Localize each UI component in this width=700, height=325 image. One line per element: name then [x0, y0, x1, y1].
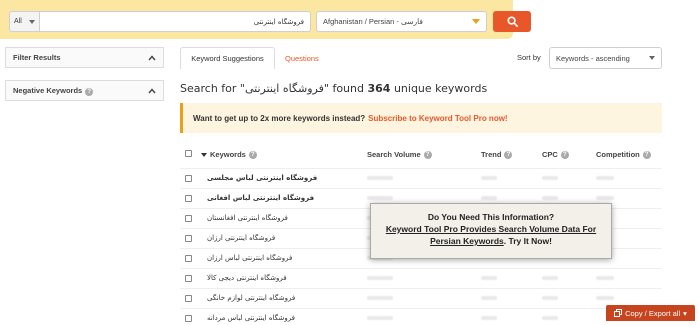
help-icon[interactable]: ?	[85, 87, 94, 96]
filter-results-label: Filter Results	[13, 53, 61, 62]
table-row: فروشگاه اینترنتی لباس مردانه	[180, 308, 662, 325]
blurred-trend	[481, 276, 497, 280]
column-search-volume[interactable]: Search Volume ?	[367, 150, 432, 159]
blurred-competition	[596, 176, 614, 180]
blurred-trend	[481, 316, 497, 320]
row-checkbox[interactable]	[185, 235, 192, 242]
search-button[interactable]	[493, 11, 531, 32]
column-cpc[interactable]: CPC ?	[542, 150, 569, 159]
row-checkbox[interactable]	[185, 275, 192, 282]
sort-dropdown[interactable]: Keywords - ascending	[549, 47, 662, 69]
row-checkbox[interactable]	[185, 255, 192, 262]
blurred-volume	[367, 316, 393, 320]
table-row: فروشگاه اینترنتی لوازم خانگی	[180, 288, 662, 307]
blurred-volume	[367, 296, 393, 300]
promo-text: Want to get up to 2x more keywords inste…	[193, 113, 366, 123]
keyword-cell[interactable]: فروشگاه اینترنتی افغانستان	[207, 214, 288, 222]
column-keywords[interactable]: Keywords ?	[201, 150, 257, 159]
help-icon[interactable]: ?	[248, 150, 257, 159]
help-icon[interactable]: ?	[423, 150, 432, 159]
negative-keywords-label: Negative Keywords	[13, 85, 83, 95]
blurred-trend	[481, 196, 497, 200]
results-prefix: Search for "	[180, 82, 245, 95]
blurred-competition	[596, 276, 614, 280]
select-all-checkbox[interactable]	[185, 150, 192, 157]
language-dropdown[interactable]: Afghanistan / Persian - فارسی	[316, 11, 487, 32]
column-keywords-label: Keywords	[210, 150, 246, 159]
scope-label: All	[14, 18, 22, 25]
row-checkbox[interactable]	[185, 215, 192, 222]
keyword-cell[interactable]: فروشگاه اینترنتی لباس افغانی	[207, 194, 314, 202]
table-row: فروشگاه اینترنتی لباس مجلسی	[180, 168, 662, 187]
results-count: 364	[367, 82, 391, 95]
filter-results-panel[interactable]: Filter Results	[5, 47, 164, 68]
blurred-cpc	[542, 296, 558, 300]
column-cpc-label: CPC	[542, 150, 558, 159]
blurred-trend	[481, 296, 497, 300]
search-icon	[506, 16, 518, 27]
blurred-competition	[596, 296, 614, 300]
blurred-cpc	[542, 176, 558, 180]
blurred-volume	[367, 196, 393, 200]
column-trend[interactable]: Trend ?	[481, 150, 513, 159]
column-competition-label: Competition	[596, 150, 640, 159]
dialog-title: Do You Need This Information?	[427, 212, 555, 222]
export-label: Copy / Export all	[625, 308, 681, 318]
negative-keywords-panel[interactable]: Negative Keywords?	[5, 80, 164, 101]
table-row: فروشگاه اینترنتی دیجی کالا	[180, 268, 662, 287]
row-checkbox[interactable]	[185, 315, 192, 322]
pro-link[interactable]: Keyword Tool Pro Provides Search Volume …	[386, 224, 596, 246]
sort-value: Keywords - ascending	[556, 53, 630, 63]
scope-dropdown[interactable]: All	[9, 11, 39, 32]
chevron-up-icon	[148, 54, 156, 60]
help-icon[interactable]: ?	[642, 150, 651, 159]
results-query: فروشگاه اینترنتی	[244, 82, 324, 95]
language-label: Afghanistan / Persian - فارسی	[323, 17, 423, 26]
dialog-suffix: . Try It Now!	[503, 236, 552, 246]
keyword-cell[interactable]: فروشگاه اینترنتی لباس مردانه	[207, 314, 295, 322]
blurred-cpc	[542, 196, 558, 200]
blurred-competition	[596, 196, 614, 200]
row-checkbox[interactable]	[185, 195, 192, 202]
keyword-search-input[interactable]	[39, 11, 311, 32]
subscribe-link[interactable]: Subscribe to Keyword Tool Pro now!	[368, 114, 507, 123]
row-checkbox[interactable]	[185, 175, 192, 182]
blurred-volume	[367, 176, 393, 180]
blurred-trend	[481, 176, 497, 180]
chevron-down-icon	[29, 19, 35, 24]
upgrade-dialog: Do You Need This Information? Keyword To…	[370, 203, 612, 259]
column-volume-label: Search Volume	[367, 150, 421, 159]
keyword-cell[interactable]: فروشگاه اینترنتی لوازم خانگی	[207, 294, 295, 302]
table-header: Keywords ? Search Volume ? Trend ? CPC ?…	[180, 147, 662, 162]
column-competition[interactable]: Competition ?	[596, 150, 651, 159]
tab-questions[interactable]: Questions	[285, 47, 319, 69]
results-suffix: unique keywords	[390, 82, 488, 95]
chevron-down-icon	[649, 56, 655, 60]
keyword-cell[interactable]: فروشگاه اینترنتی دیجی کالا	[207, 274, 287, 282]
help-icon[interactable]: ?	[504, 150, 513, 159]
upgrade-banner: Want to get up to 2x more keywords inste…	[180, 103, 662, 133]
blurred-volume	[367, 276, 393, 280]
help-icon[interactable]: ?	[560, 150, 569, 159]
column-trend-label: Trend	[481, 150, 502, 159]
sort-desc-icon	[201, 152, 207, 157]
tab-keyword-suggestions[interactable]: Keyword Suggestions	[180, 47, 275, 69]
copy-export-button[interactable]: Copy / Export all ▾	[606, 305, 695, 321]
chevron-up-icon	[148, 87, 156, 93]
results-middle: " found	[323, 82, 368, 95]
keyword-cell[interactable]: فروشگاه اینترنتی ارزان	[207, 234, 275, 242]
row-checkbox[interactable]	[185, 295, 192, 302]
copy-icon	[614, 309, 623, 317]
results-summary: Search for "فروشگاه اینترنتی" found 364 …	[180, 82, 487, 95]
blurred-cpc	[542, 276, 558, 280]
keyword-cell[interactable]: فروشگاه اینترنتی لباس مجلسی	[207, 174, 317, 182]
chevron-down-icon: ▾	[683, 308, 687, 318]
keyword-cell[interactable]: فروشگاه اینترنتی لباس ارزان	[207, 254, 292, 262]
blurred-cpc	[542, 316, 558, 320]
sort-label: Sort by	[517, 53, 541, 62]
chevron-down-icon	[472, 19, 480, 24]
